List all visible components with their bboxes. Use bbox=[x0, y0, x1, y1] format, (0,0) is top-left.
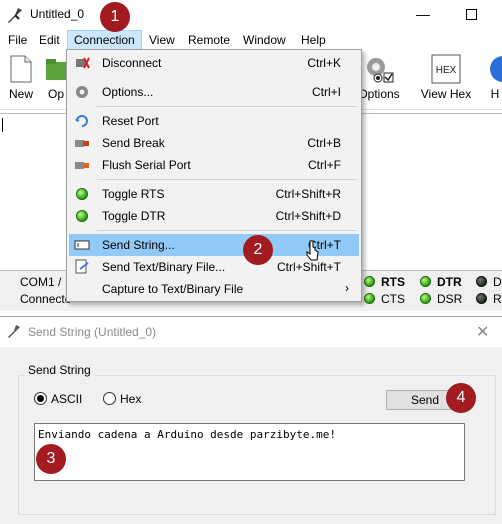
r-label: R bbox=[493, 292, 502, 306]
minimize-button[interactable]: — bbox=[400, 2, 446, 28]
menu-item-disconnect[interactable]: Disconnect Ctrl+K bbox=[69, 52, 359, 74]
options-gear-icon bbox=[367, 58, 394, 83]
dsr-led-icon bbox=[420, 293, 431, 304]
mouse-pointer-icon bbox=[306, 240, 319, 261]
menu-remote[interactable]: Remote bbox=[182, 30, 236, 50]
callout-badge-3: 3 bbox=[36, 444, 66, 474]
reset-icon bbox=[75, 115, 88, 127]
menu-item-toggle-rts[interactable]: Toggle RTS Ctrl+Shift+R bbox=[69, 183, 359, 205]
menubar: File Edit Connection View Remote Window … bbox=[0, 30, 502, 50]
rts-led-icon bbox=[364, 276, 375, 287]
menu-separator bbox=[97, 230, 357, 231]
r-led-icon bbox=[476, 293, 487, 304]
hex-radio[interactable] bbox=[103, 392, 116, 405]
flush-icon bbox=[75, 162, 89, 169]
close-icon[interactable]: ✕ bbox=[476, 322, 489, 342]
d-label: D bbox=[493, 275, 502, 289]
menu-separator bbox=[97, 179, 357, 180]
menu-separator bbox=[97, 106, 357, 107]
submenu-arrow-icon: › bbox=[345, 281, 349, 295]
dtr-led-icon bbox=[420, 276, 431, 287]
help-button[interactable]: H bbox=[488, 54, 502, 108]
send-string-input[interactable]: Enviando cadena a Arduino desde parzibyt… bbox=[34, 423, 465, 481]
view-hex-button[interactable]: HEX View Hex bbox=[418, 54, 474, 108]
send-string-icon bbox=[74, 240, 90, 250]
send-file-icon bbox=[75, 259, 89, 274]
app-icon bbox=[8, 325, 20, 338]
connection-dropdown-menu: Disconnect Ctrl+K Options... Ctrl+I Rese… bbox=[66, 49, 362, 302]
menu-window[interactable]: Window bbox=[237, 30, 292, 50]
ascii-radio[interactable] bbox=[34, 392, 47, 405]
disconnect-icon bbox=[76, 57, 90, 69]
menu-item-flush-serial-port[interactable]: Flush Serial Port Ctrl+F bbox=[69, 154, 359, 176]
dtr-label: DTR bbox=[437, 275, 462, 289]
help-globe-icon bbox=[490, 56, 502, 82]
menu-item-toggle-dtr[interactable]: Toggle DTR Ctrl+Shift+D bbox=[69, 205, 359, 227]
menu-item-reset-port[interactable]: Reset Port bbox=[69, 110, 359, 132]
menu-edit[interactable]: Edit bbox=[33, 30, 66, 50]
text-cursor bbox=[2, 118, 3, 132]
gear-icon bbox=[76, 86, 88, 98]
ascii-radio-label: ASCII bbox=[51, 392, 83, 406]
group-title: Send String bbox=[24, 363, 95, 377]
svg-text:HEX: HEX bbox=[436, 65, 457, 76]
break-icon bbox=[75, 140, 89, 147]
cts-led-icon bbox=[364, 293, 375, 304]
dialog-titlebar: Send String (Untitled_0) ✕ bbox=[0, 317, 502, 347]
menu-view[interactable]: View bbox=[143, 30, 181, 50]
menu-file[interactable]: File bbox=[2, 30, 33, 50]
hex-radio-label: Hex bbox=[120, 392, 142, 406]
green-led-icon bbox=[76, 210, 88, 222]
port-status: COM1 / bbox=[20, 275, 62, 289]
dialog-title: Send String (Untitled_0) bbox=[28, 325, 157, 339]
callout-badge-4: 4 bbox=[446, 383, 476, 413]
open-button[interactable]: Op bbox=[44, 54, 68, 108]
new-document-icon bbox=[10, 55, 32, 83]
options-button[interactable]: Options bbox=[356, 54, 402, 108]
window-title: Untitled_0 bbox=[30, 7, 85, 21]
dsr-label: DSR bbox=[437, 292, 463, 306]
rts-label: RTS bbox=[381, 275, 405, 289]
menu-item-send-break[interactable]: Send Break Ctrl+B bbox=[69, 132, 359, 154]
menu-connection[interactable]: Connection bbox=[67, 30, 142, 50]
menu-item-capture-to-file[interactable]: Capture to Text/Binary File › bbox=[69, 278, 359, 300]
app-icon bbox=[8, 8, 22, 23]
callout-badge-1: 1 bbox=[100, 2, 130, 32]
open-folder-icon bbox=[46, 59, 68, 80]
connection-status: Connecte bbox=[20, 292, 72, 306]
window-titlebar: Untitled_0 — bbox=[0, 0, 502, 30]
menu-item-options[interactable]: Options... Ctrl+I bbox=[69, 81, 359, 103]
callout-badge-2: 2 bbox=[243, 235, 273, 265]
hex-icon: HEX bbox=[431, 54, 461, 84]
menu-help[interactable]: Help bbox=[295, 30, 332, 50]
d-led-icon bbox=[476, 276, 487, 287]
green-led-icon bbox=[76, 188, 88, 200]
send-string-dialog: Send String (Untitled_0) ✕ Send String A… bbox=[0, 316, 502, 524]
cts-label: CTS bbox=[381, 292, 405, 306]
new-button[interactable]: New bbox=[4, 54, 38, 108]
maximize-icon bbox=[465, 9, 477, 20]
maximize-button[interactable] bbox=[448, 2, 494, 28]
